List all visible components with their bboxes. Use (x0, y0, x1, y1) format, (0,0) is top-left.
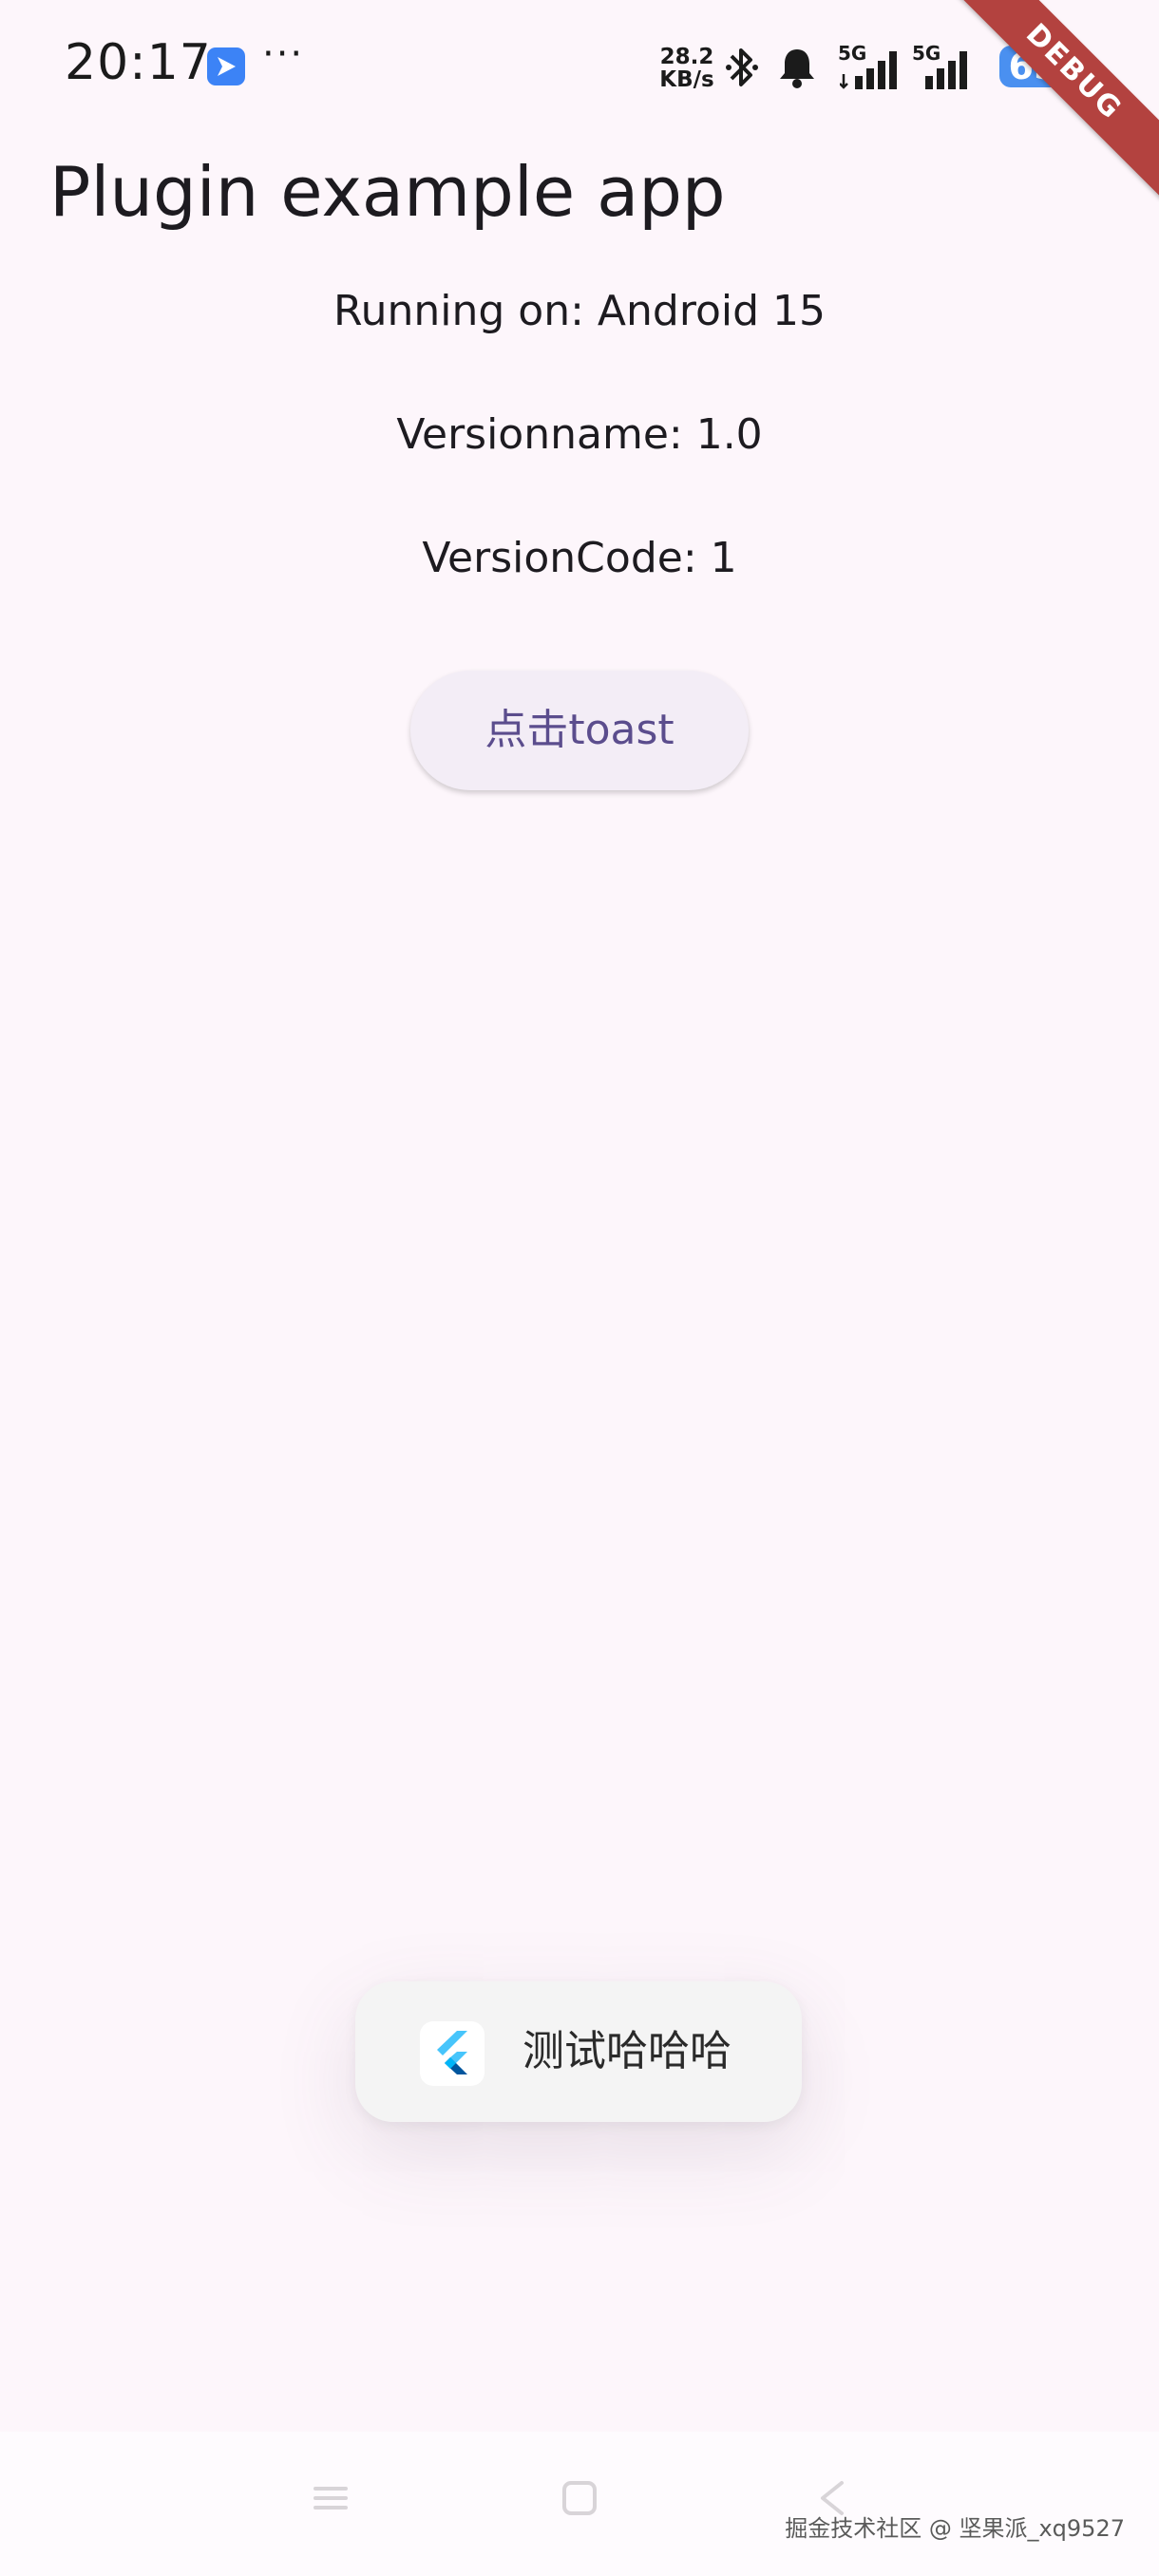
more-notifications-icon: ··· (262, 32, 305, 76)
network-speed-unit: KB/s (659, 67, 714, 92)
toast-message: 测试哈哈哈 (355, 1981, 802, 2122)
show-toast-button[interactable]: 点击toast (410, 671, 749, 790)
running-on-text: Running on: Android 15 (333, 287, 826, 335)
version-name-text: Versionname: 1.0 (396, 410, 763, 459)
app-notification-icon (207, 47, 245, 85)
bluetooth-icon (726, 48, 758, 86)
version-code-text: VersionCode: 1 (422, 534, 737, 582)
network-speed-value: 28.2 (659, 45, 714, 69)
toast-text: 测试哈哈哈 (522, 2027, 732, 2075)
network-speed: 28.2 KB/s (656, 46, 718, 91)
signal-strength-1-icon (840, 51, 897, 89)
status-time: 20:17 (65, 34, 212, 91)
page-title: Plugin example app (49, 152, 726, 232)
home-button[interactable] (551, 2470, 608, 2527)
recent-apps-button[interactable] (302, 2470, 359, 2527)
notification-bell-icon (780, 49, 814, 88)
watermark-text: 掘金技术社区 @ 坚果派_xq9527 (785, 2515, 1125, 2542)
flutter-logo-icon (420, 2021, 484, 2086)
signal-strength-2-icon (925, 51, 967, 89)
navigation-bar (0, 2432, 1159, 2576)
